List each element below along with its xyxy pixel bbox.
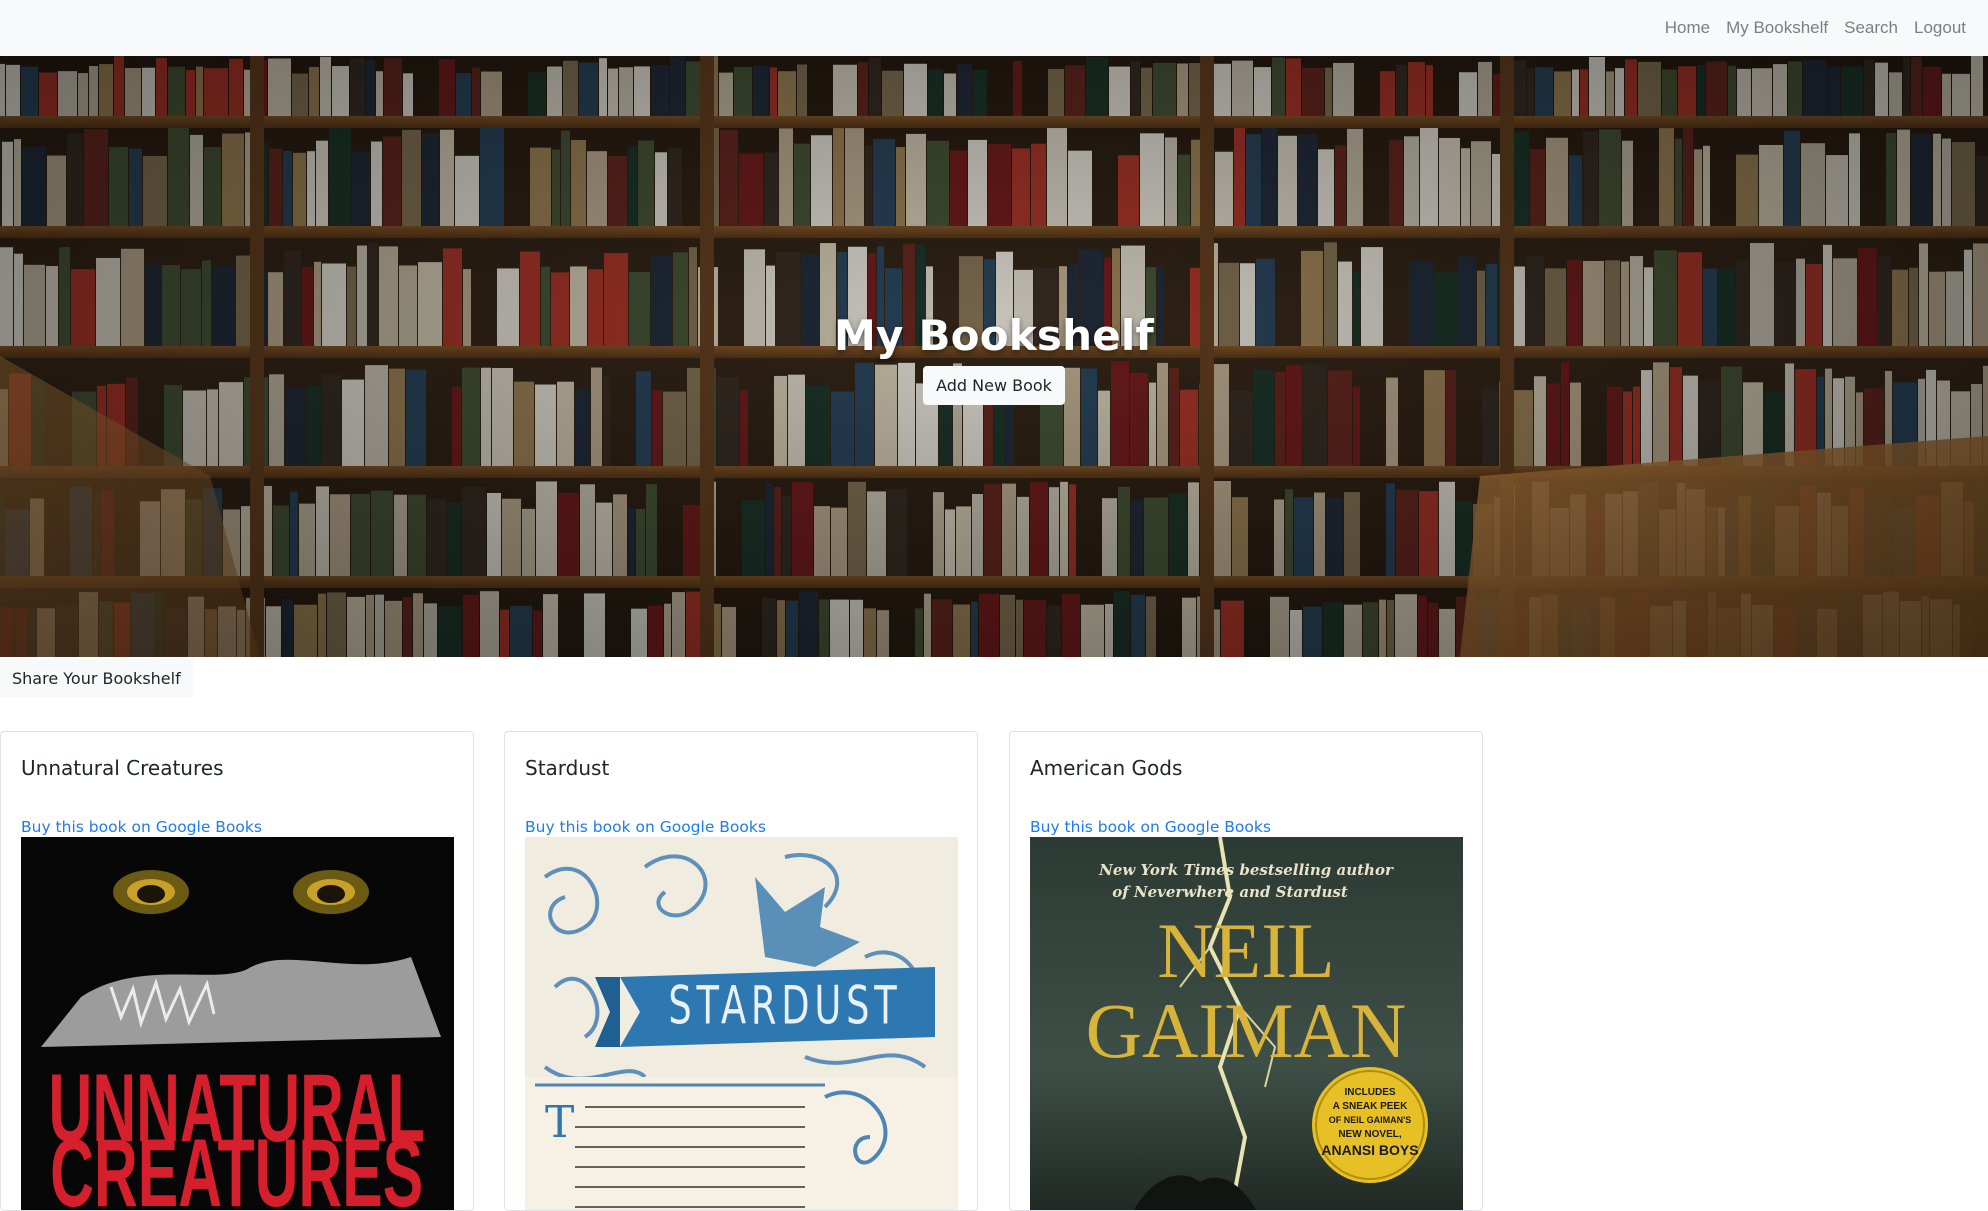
cover-text-line: INCLUDES: [1344, 1087, 1395, 1098]
hero-content: My Bookshelf Add New Book: [0, 311, 1988, 405]
book-cover-image[interactable]: New York Times bestselling author of Nev…: [1030, 837, 1463, 1210]
share-bookshelf-button[interactable]: Share Your Bookshelf: [0, 659, 193, 697]
nav-link-logout[interactable]: Logout: [1914, 18, 1966, 38]
cover-text-line: STARDUST: [668, 975, 901, 1037]
book-card: American Gods Buy this book on Google Bo…: [1009, 731, 1483, 1211]
nav-link-my-bookshelf[interactable]: My Bookshelf: [1726, 18, 1828, 38]
cover-text-line: OF NEIL GAIMAN'S: [1329, 1115, 1411, 1125]
nav-link-search[interactable]: Search: [1844, 18, 1898, 38]
cover-text-line: A SNEAK PEEK: [1333, 1101, 1408, 1112]
google-books-link[interactable]: Buy this book on Google Books: [21, 818, 473, 836]
cover-text-line: New York Times bestselling author: [1098, 861, 1394, 879]
top-navbar: Home My Bookshelf Search Logout: [0, 0, 1988, 56]
add-new-book-button[interactable]: Add New Book: [923, 366, 1065, 405]
cover-text-line: NEIL: [1157, 907, 1335, 994]
cover-text-line: ANANSI BOYS: [1321, 1142, 1418, 1158]
book-card: Stardust Buy this book on Google Books S…: [504, 731, 978, 1211]
book-card: Unnatural Creatures Buy this book on Goo…: [0, 731, 474, 1211]
cover-text-line: NEW NOVEL,: [1338, 1129, 1402, 1140]
svg-text:T: T: [545, 1097, 574, 1148]
book-title: Stardust: [525, 756, 610, 780]
book-title: American Gods: [1030, 756, 1183, 780]
cover-text-line: GAIMAN: [1086, 987, 1407, 1074]
nav-link-home[interactable]: Home: [1665, 18, 1710, 38]
book-card-list: Unnatural Creatures Buy this book on Goo…: [0, 731, 1988, 1211]
book-cover-image[interactable]: STARDUST T: [525, 837, 958, 1210]
google-books-link[interactable]: Buy this book on Google Books: [1030, 818, 1482, 836]
cover-text-line: CREATURES: [50, 1120, 423, 1211]
google-books-link[interactable]: Buy this book on Google Books: [525, 818, 977, 836]
hero-banner: My Bookshelf Add New Book: [0, 56, 1988, 657]
book-title: Unnatural Creatures: [21, 756, 224, 780]
cover-text-line: of Neverwhere and Stardust: [1112, 883, 1348, 901]
book-cover-image[interactable]: UNNATURAL CREATURES: [21, 837, 454, 1211]
page-title: My Bookshelf: [834, 311, 1154, 360]
